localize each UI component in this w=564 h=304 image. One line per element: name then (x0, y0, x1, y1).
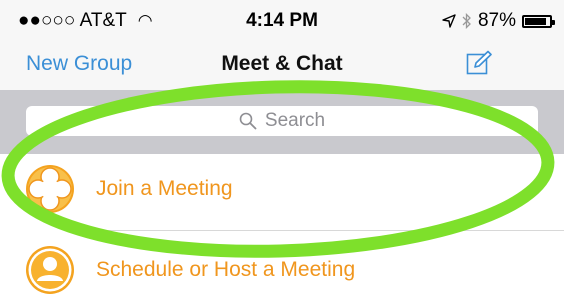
battery-icon (522, 14, 555, 28)
battery-fill (525, 17, 546, 25)
search-input[interactable]: Search (26, 106, 538, 136)
status-right: 87% (442, 10, 555, 32)
search-bar-container: Search (0, 90, 564, 154)
list-divider (96, 230, 564, 231)
join-meeting-label: Join a Meeting (96, 177, 233, 200)
host-meeting-icon (26, 246, 74, 294)
status-bar: ●●○○○ AT&T ◠ 4:14 PM 87% (0, 0, 564, 40)
navigation-bar: New Group Meet & Chat (0, 40, 564, 90)
join-meeting-icon (26, 165, 74, 213)
search-icon (239, 112, 257, 130)
schedule-meeting-label: Schedule or Host a Meeting (96, 258, 356, 281)
compose-icon[interactable] (466, 50, 492, 76)
list-item-schedule-meeting[interactable]: Schedule or Host a Meeting (0, 237, 564, 303)
location-arrow-icon (442, 14, 456, 28)
list-item-join-meeting[interactable]: Join a Meeting (0, 156, 564, 222)
search-placeholder: Search (264, 110, 326, 131)
bluetooth-icon (462, 13, 471, 29)
battery-percent: 87% (477, 10, 516, 31)
